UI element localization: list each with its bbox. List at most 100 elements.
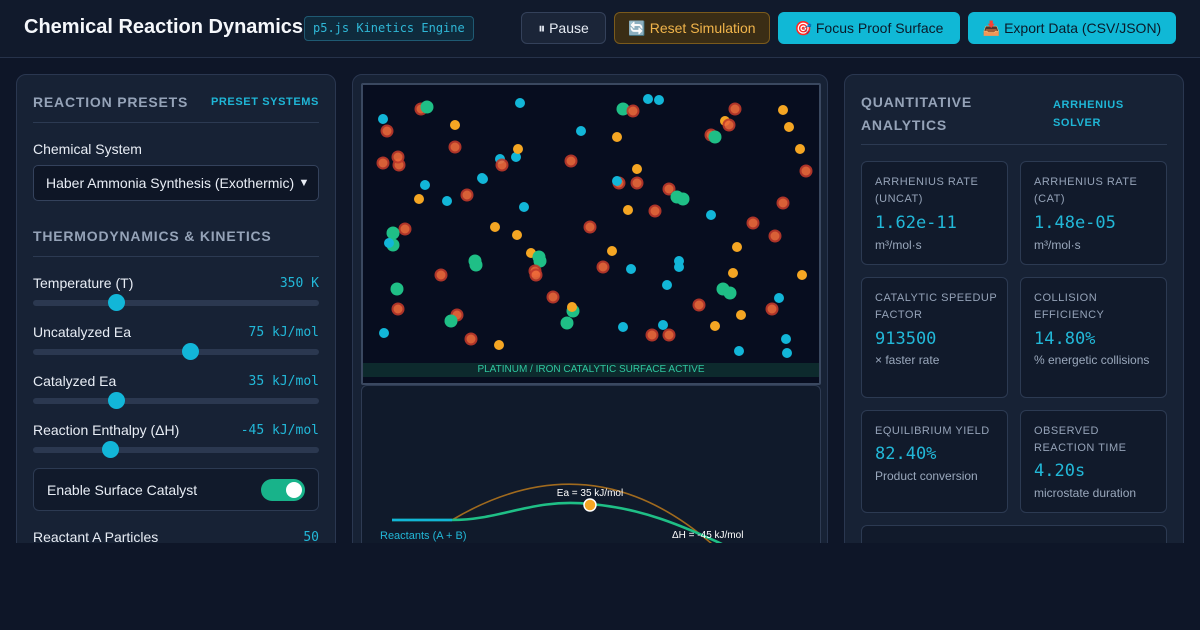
- chevron-down-icon: ▼: [296, 166, 312, 200]
- metric-card-rate-cat: Arrhenius Rate (Cat) 1.48e-05 m³/mol·s: [1020, 161, 1167, 265]
- transition-state-marker: [583, 498, 597, 512]
- reactant-particle: [781, 334, 791, 344]
- ea-uncat-slider-thumb[interactable]: [182, 343, 200, 360]
- temperature-slider-thumb[interactable]: [107, 294, 125, 311]
- ea-cat-slider-thumb[interactable]: [107, 392, 125, 409]
- pause-button[interactable]: ⏸ Pause: [521, 12, 606, 44]
- reactant-particle: [612, 176, 622, 186]
- app-title: Chemical Reaction Dynamics: [24, 16, 303, 38]
- analytics-panel: Quantitative Analytics ARRHENIUS SOLVER …: [844, 74, 1184, 543]
- metric-value: 14.80%: [1034, 329, 1096, 349]
- reactant-particle: [612, 132, 622, 142]
- reactant-particle: [632, 164, 642, 174]
- excited-particle: [662, 328, 676, 342]
- system-label: Chemical System: [33, 141, 142, 157]
- export-data-button[interactable]: 📥 Export Data (CSV/JSON): [968, 12, 1176, 44]
- reactant-particle: [782, 348, 792, 358]
- product-particle: [723, 286, 737, 300]
- reactant-particle: [512, 230, 522, 240]
- controls-panel: Reaction Presets PRESET SYSTEMS Chemical…: [16, 74, 336, 543]
- enthalpy-label-diagram: ΔH = -45 kJ/mol: [672, 530, 743, 541]
- excited-particle: [776, 196, 790, 210]
- focus-proof-surface-button[interactable]: 🎯 Focus Proof Surface: [778, 12, 960, 44]
- excited-particle: [380, 124, 394, 138]
- reset-simulation-button[interactable]: 🔄 Reset Simulation: [614, 12, 770, 44]
- reactant-particle: [797, 270, 807, 280]
- energy-diagram: Ea = 35 kJ/mol Reactants (A + B) ΔH = -4…: [361, 385, 821, 543]
- reactant-particle: [618, 322, 628, 332]
- reactant-particle: [654, 95, 664, 105]
- metric-card-collision: Collision Efficiency 14.80% % energetic …: [1020, 277, 1167, 398]
- excited-particle: [495, 158, 509, 172]
- excited-particle: [529, 268, 543, 282]
- excited-particle: [728, 102, 742, 116]
- catalyst-toggle-row[interactable]: Enable Surface Catalyst: [33, 468, 319, 511]
- excited-particle: [596, 260, 610, 274]
- main-viewport: Reaction Presets PRESET SYSTEMS Chemical…: [0, 58, 1200, 543]
- metric-card-speedup: Catalytic Speedup Factor 913500 × faster…: [861, 277, 1008, 398]
- reactant-particle: [795, 144, 805, 154]
- reactant-a-label: Reactant A Particles: [33, 529, 159, 543]
- reactant-particle: [378, 114, 388, 124]
- presets-title: Reaction Presets: [33, 94, 189, 110]
- product-particle: [386, 226, 400, 240]
- reactant-particle: [623, 205, 633, 215]
- energy-diagram-svg: Ea = 35 kJ/mol Reactants (A + B) ΔH = -4…: [380, 483, 743, 543]
- reactant-particle: [420, 180, 430, 190]
- product-particle: [420, 100, 434, 114]
- metric-card-reaction-time: Observed Reaction Time 4.20s microstate …: [1020, 410, 1167, 513]
- metric-sub: % energetic collisions: [1034, 353, 1150, 367]
- excited-particle: [546, 290, 560, 304]
- metric-sub: microstate duration: [1034, 486, 1137, 500]
- excited-particle: [768, 229, 782, 243]
- product-particle: [444, 314, 458, 328]
- ea-cat-value: 35 kJ/mol: [248, 374, 319, 389]
- excited-particle: [376, 156, 390, 170]
- metric-title: Catalytic Speedup Factor: [875, 292, 997, 321]
- reactant-particle: [519, 202, 529, 212]
- excited-particle: [391, 150, 405, 164]
- enthalpy-slider[interactable]: [33, 441, 319, 458]
- product-particle: [560, 316, 574, 330]
- excited-particle: [464, 332, 478, 346]
- chemical-system-select[interactable]: Haber Ammonia Synthesis (Exothermic) ▼: [33, 165, 319, 201]
- enthalpy-label: Reaction Enthalpy (ΔH): [33, 422, 180, 438]
- metric-card-yield: Equilibrium Yield 82.40% Product convers…: [861, 410, 1008, 513]
- reactants-label: Reactants (A + B): [380, 530, 467, 542]
- reactant-particle: [658, 320, 668, 330]
- simulation-panel: PLATINUM / IRON CATALYTIC SURFACE ACTIVE…: [352, 74, 828, 543]
- excited-particle: [722, 118, 736, 132]
- excited-particle: [391, 302, 405, 316]
- chemical-system-value: Haber Ammonia Synthesis (Exothermic): [46, 175, 295, 191]
- temperature-value: 350 K: [279, 276, 319, 291]
- reactant-particle: [736, 310, 746, 320]
- excited-particle: [765, 302, 779, 316]
- enthalpy-slider-thumb[interactable]: [102, 441, 120, 458]
- temperature-slider[interactable]: [33, 294, 319, 311]
- thermo-title: Thermodynamics & Kinetics: [33, 228, 272, 244]
- reactant-particle: [567, 302, 577, 312]
- divider: [33, 256, 319, 257]
- reactant-particle: [784, 122, 794, 132]
- excited-particle: [692, 298, 706, 312]
- reactant-particle: [734, 346, 744, 356]
- ea-cat-label: Catalyzed Ea: [33, 373, 117, 389]
- excited-particle: [398, 222, 412, 236]
- ea-cat-slider[interactable]: [33, 392, 319, 409]
- reactant-particle: [778, 105, 788, 115]
- metric-value: 913500: [875, 329, 937, 349]
- arrhenius-tag: ARRHENIUS SOLVER: [1053, 96, 1124, 132]
- reactant-particle: [414, 194, 424, 204]
- catalyst-toggle-label: Enable Surface Catalyst: [47, 482, 198, 498]
- reactant-particle: [379, 328, 389, 338]
- excited-particle: [799, 164, 813, 178]
- reactant-particle: [674, 256, 684, 266]
- reactant-particle: [478, 174, 488, 184]
- metric-title: Arrhenius Rate (Cat): [1034, 176, 1138, 205]
- arrhenius-tag-line: ARRHENIUS: [1053, 99, 1124, 111]
- particle-canvas[interactable]: PLATINUM / IRON CATALYTIC SURFACE ACTIVE: [361, 83, 821, 385]
- metric-sub: m³/mol·s: [875, 238, 922, 252]
- ea-uncat-slider[interactable]: [33, 343, 319, 360]
- excited-particle: [645, 328, 659, 342]
- catalyst-toggle-switch[interactable]: [261, 479, 305, 501]
